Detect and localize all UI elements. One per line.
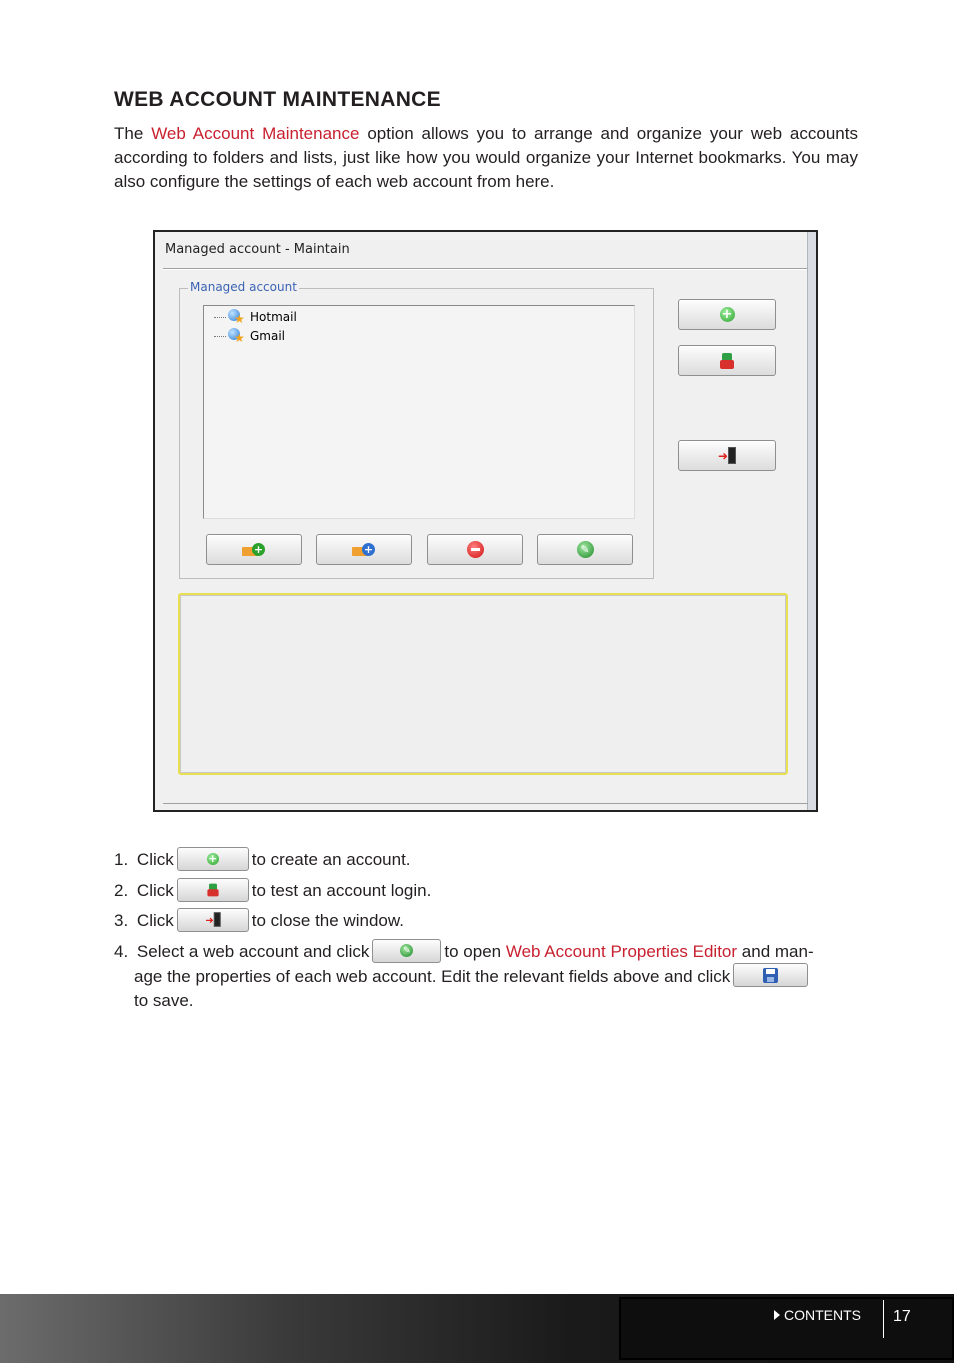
folder-add-icon: + — [242, 542, 266, 557]
step-1: 1. Click + to create an account. — [114, 846, 411, 873]
page-number: 17 — [893, 1308, 911, 1325]
footer-divider — [883, 1300, 884, 1338]
step-2: 2. Click to test an account login. — [114, 877, 432, 904]
create-account-button[interactable]: + — [678, 299, 776, 330]
test-login-icon — [720, 352, 734, 369]
close-window-button[interactable]: ➜ — [678, 440, 776, 471]
title-separator — [163, 268, 808, 270]
window-bottom-border — [163, 803, 808, 804]
exit-icon: ➜ — [718, 447, 736, 464]
step-4-line-2: age the properties of each web account. … — [114, 963, 859, 990]
step-text: and man- — [741, 942, 814, 961]
properties-editor-link[interactable]: Web Account Properties Editor — [506, 942, 737, 961]
add-icon: + — [206, 851, 219, 865]
tree-item-gmail[interactable]: ★ Gmail — [214, 327, 285, 345]
window-right-border — [807, 232, 816, 810]
folder-add-list-icon: + — [352, 542, 376, 557]
inline-close-button: ➜ — [176, 907, 249, 932]
web-account-maintenance-link[interactable]: Web Account Maintenance — [151, 124, 359, 143]
contents-label: CONTENTS — [784, 1307, 861, 1323]
step-3: 3. Click ➜ to close the window. — [114, 907, 404, 934]
inline-create-button: + — [176, 846, 249, 871]
add-list-button[interactable]: + — [316, 534, 412, 565]
test-login-icon — [207, 883, 219, 896]
step-text: to save. — [134, 991, 194, 1011]
page-heading: WEB ACCOUNT MAINTENANCE — [114, 88, 441, 111]
group-label: Managed account — [188, 280, 299, 294]
save-icon — [763, 967, 779, 983]
step-text: Select a web account and click — [136, 942, 370, 961]
step-number: 4. — [114, 942, 129, 961]
step-text: Click — [136, 850, 174, 869]
description-panel — [178, 593, 788, 775]
step-number: 1. — [114, 850, 129, 869]
contents-link[interactable]: CONTENTS — [774, 1307, 861, 1323]
tree-item-label: Gmail — [250, 329, 286, 343]
tree-item-label: Hotmail — [250, 310, 297, 324]
tree-connector — [214, 316, 226, 318]
tree-connector — [214, 335, 226, 337]
step-text: to close the window. — [251, 911, 404, 930]
add-folder-button[interactable]: + — [206, 534, 302, 565]
exit-icon: ➜ — [205, 912, 221, 927]
managed-account-group: Managed account ★ Hotmail ★ Gmail + + ✎ — [179, 280, 654, 579]
inline-save-button — [733, 963, 809, 988]
add-icon: + — [719, 307, 735, 322]
edit-icon: ✎ — [400, 944, 414, 958]
step-4-line-1: 4. Select a web account and click ✎ to ope… — [114, 938, 859, 965]
step-text: to open — [444, 942, 502, 961]
step-text: to test an account login. — [251, 881, 432, 900]
step-4-line-3: to save. — [114, 989, 859, 1013]
inline-test-button — [176, 877, 249, 902]
step-text: Click — [136, 911, 174, 930]
step-4: 4. Select a web account and click ✎ to ope… — [114, 938, 859, 1013]
window-title: Managed account - Maintain — [165, 242, 350, 257]
edit-icon: ✎ — [576, 541, 594, 558]
intro-paragraph: The Web Account Maintenance option allow… — [114, 122, 858, 194]
web-account-icon: ★ — [228, 328, 245, 344]
step-number: 2. — [114, 881, 129, 900]
intro-prefix: The — [114, 124, 152, 143]
web-account-icon: ★ — [228, 309, 245, 325]
caret-right-icon — [774, 1310, 780, 1320]
managed-account-window: Managed account - Maintain Managed accou… — [153, 230, 818, 812]
delete-button[interactable] — [427, 534, 523, 565]
test-login-button[interactable] — [678, 345, 776, 376]
tree-item-hotmail[interactable]: ★ Hotmail — [214, 308, 297, 326]
delete-icon — [466, 541, 484, 558]
step-text: age the properties of each web account. … — [134, 966, 731, 986]
step-text: to create an account. — [251, 850, 411, 869]
account-tree[interactable]: ★ Hotmail ★ Gmail — [203, 305, 635, 519]
edit-button[interactable]: ✎ — [537, 534, 633, 565]
step-text: Click — [136, 881, 174, 900]
step-number: 3. — [114, 911, 129, 930]
inline-edit-button: ✎ — [372, 938, 442, 963]
